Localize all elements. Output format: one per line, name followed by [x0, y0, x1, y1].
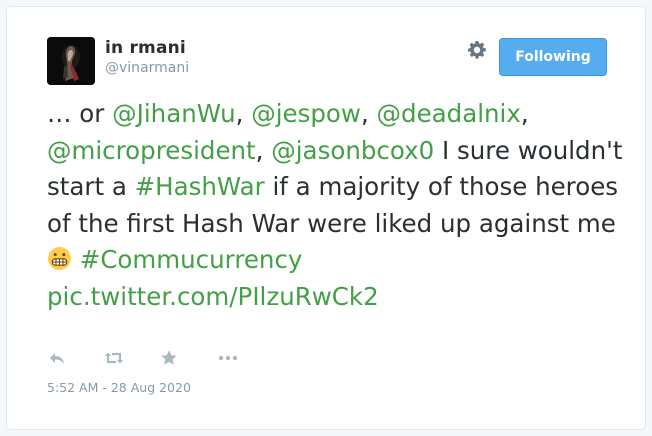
retweet-icon[interactable]	[103, 348, 125, 368]
favorite-star-icon[interactable]	[159, 348, 181, 368]
mention-link[interactable]: @jasonbcox0	[271, 136, 434, 165]
tweet-timestamp[interactable]: 5:52 AM - 28 Aug 2020	[47, 380, 191, 395]
gear-icon[interactable]	[467, 40, 487, 60]
tweet-text-segment: … or	[47, 99, 113, 128]
avatar[interactable]	[47, 37, 95, 85]
mention-link[interactable]: @deadalnix	[377, 99, 521, 128]
reply-icon[interactable]	[47, 348, 69, 368]
tweet-text-segment: ,	[360, 99, 377, 128]
tweet-text-segment: ,	[255, 135, 272, 165]
mention-link[interactable]: @JihanWu	[112, 99, 235, 128]
avatar-image	[47, 37, 95, 85]
following-button[interactable]: Following	[499, 38, 607, 76]
tweet-text-segment: ,	[520, 99, 529, 128]
hashtag-link[interactable]: #HashWar	[135, 172, 265, 201]
more-dots-icon[interactable]	[217, 348, 239, 368]
mention-link[interactable]: @jespow	[251, 99, 361, 128]
user-display-name[interactable]: in rmani	[105, 38, 186, 58]
user-handle[interactable]: @vinarmani	[105, 60, 189, 76]
tweet-text: … or @JihanWu, @jespow, @deadalnix, @mic…	[47, 96, 627, 315]
hashtag-link[interactable]: #Commucurrency	[80, 245, 303, 274]
grimacing-face-emoji	[47, 245, 72, 270]
tweet-card: in rmani @vinarmani Following … or @Jiha…	[6, 6, 646, 430]
pic-link[interactable]: pic.twitter.com/PIlzuRwCk2	[47, 282, 379, 311]
tweet-text-segment	[72, 245, 80, 274]
mention-link[interactable]: @micropresident	[47, 136, 256, 165]
tweet-text-segment: ,	[235, 99, 252, 128]
